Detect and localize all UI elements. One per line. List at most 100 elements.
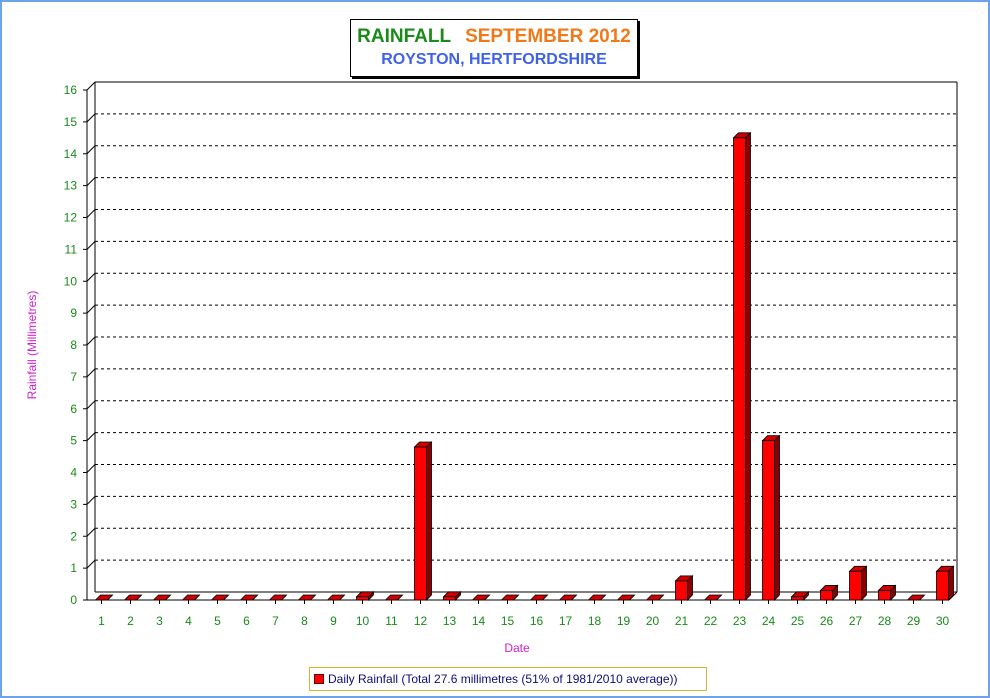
x-tick-label: 28: [878, 614, 892, 628]
y-tick-label: 4: [70, 466, 77, 480]
bar-top: [906, 594, 926, 601]
x-tick-label: 17: [559, 614, 573, 628]
gridline-side: [86, 368, 96, 378]
chart-title: RAINFALL SEPTEMBER 2012: [351, 26, 637, 48]
bar: [878, 590, 891, 601]
x-tick-label: 11: [385, 614, 398, 628]
gridline-side: [86, 336, 96, 346]
x-tick-label: 12: [414, 614, 428, 628]
x-tick-label: 16: [530, 614, 544, 628]
bar-top: [94, 594, 114, 601]
gridline-side: [86, 177, 96, 186]
x-tick-label: 27: [849, 614, 863, 628]
x-tick-label: 9: [330, 614, 337, 628]
y-tick-label: 2: [70, 529, 77, 543]
title-rainfall: RAINFALL: [357, 26, 452, 47]
bar: [936, 570, 949, 601]
y-tick-label: 1: [70, 561, 77, 575]
bar-top: [181, 594, 201, 601]
gridline-side: [86, 464, 96, 473]
gridline-side: [86, 81, 96, 91]
y-tick-label: 5: [70, 434, 77, 448]
rainfall-chart: 0123456789101112131415161 2 3 4 5 6 7 8 9 10 11 12 1…: [25, 81, 958, 655]
bar: [414, 446, 427, 601]
y-tick-label: 12: [64, 211, 78, 225]
x-tick-label: 26: [820, 614, 834, 628]
x-tick-label: 7: [272, 614, 279, 628]
gridline-side: [86, 527, 96, 537]
axis-layer: [83, 81, 958, 604]
y-tick-label: 10: [64, 274, 78, 288]
bar-top: [268, 594, 288, 601]
bar-top: [384, 594, 404, 601]
x-tick-label: 3: [156, 614, 163, 628]
title-month: SEPTEMBER 2012: [465, 26, 631, 47]
bar-side: [948, 565, 954, 601]
x-tick-label: 6: [243, 614, 250, 628]
x-tick-label: 1: [98, 614, 105, 628]
legend-label: Daily Rainfall (Total 27.6 millimetres (…: [328, 672, 678, 686]
x-tick-label: 23: [733, 614, 747, 628]
x-tick-label: 4: [185, 614, 192, 628]
bar: [356, 596, 369, 601]
x-tick-label: 2: [127, 614, 134, 628]
x-tick-label: 22: [704, 614, 718, 628]
x-tick-label: 30: [936, 614, 950, 628]
gridline-side: [86, 496, 96, 505]
bar-side: [426, 441, 432, 601]
bar-top: [297, 594, 317, 601]
y-tick-label: 14: [64, 147, 78, 161]
x-tick-label: 10: [356, 614, 370, 628]
x-tick-label: 15: [501, 614, 515, 628]
x-tick-label: 24: [762, 614, 776, 628]
bar-side: [861, 565, 867, 601]
x-tick-label: 18: [588, 614, 602, 628]
gridline-side: [86, 400, 96, 410]
bar: [733, 137, 746, 601]
y-tick-label: 0: [70, 593, 77, 607]
grid-layer: [86, 81, 957, 569]
bar-top: [616, 594, 636, 601]
bar-top: [703, 594, 723, 601]
bar: [675, 580, 688, 601]
bar-layer: [94, 131, 955, 601]
y-tick-label: 3: [70, 497, 77, 511]
x-tick-label: 14: [472, 614, 486, 628]
gridline-side: [86, 432, 96, 441]
x-tick-label: 21: [675, 614, 689, 628]
y-tick-label: 11: [65, 242, 78, 256]
bar-top: [152, 594, 172, 601]
bar: [820, 590, 833, 601]
y-tick-label: 13: [64, 179, 78, 193]
bar-top: [645, 594, 665, 601]
gridline-side: [86, 113, 96, 123]
x-axis-title: Date: [504, 641, 530, 655]
y-tick-label: 9: [70, 306, 77, 320]
chart-subtitle: ROYSTON, HERTFORDSHIRE: [381, 51, 607, 68]
gridline-side: [86, 559, 96, 569]
x-tick-label: 8: [301, 614, 308, 628]
bar: [443, 596, 456, 601]
bar-top: [210, 594, 230, 601]
y-tick-label: 15: [64, 115, 78, 129]
gridline-side: [86, 145, 96, 155]
x-tick-label: 13: [443, 614, 457, 628]
x-tick-label: 29: [907, 614, 921, 628]
bar-top: [239, 594, 259, 601]
bar: [849, 570, 862, 601]
bar-top: [500, 594, 520, 601]
bar: [791, 596, 804, 601]
bar-top: [587, 594, 607, 601]
label-layer: 0123456789101112131415161 2 3 4 5 6 7 8 9 10 11 12 1…: [64, 83, 950, 628]
y-tick-label: 7: [70, 370, 77, 384]
legend-swatch: [314, 674, 324, 684]
gridline-side: [86, 272, 96, 282]
x-tick-label: 25: [791, 614, 805, 628]
y-tick-label: 6: [70, 402, 77, 416]
y-tick-label: 16: [64, 83, 78, 97]
bar-top: [326, 594, 346, 601]
gridline-side: [86, 241, 96, 250]
bar: [762, 440, 775, 601]
x-tick-label: 20: [646, 614, 660, 628]
y-tick-label: 8: [70, 338, 77, 352]
